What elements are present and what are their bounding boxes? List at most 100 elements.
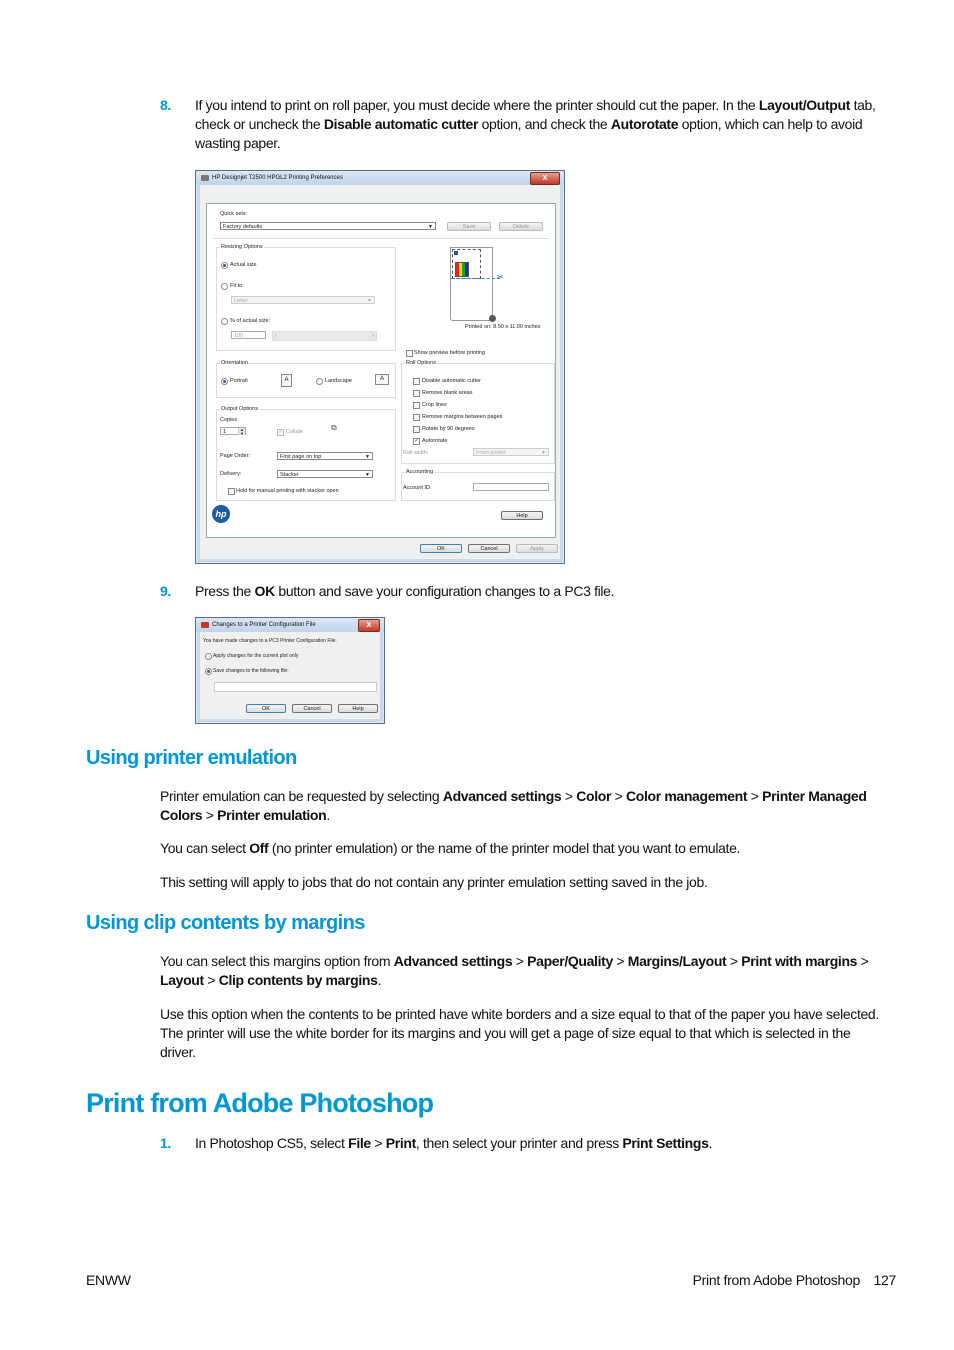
dialog-title: Changes to a Printer Configuration File: [212, 622, 316, 628]
text-run: >: [203, 972, 219, 988]
roll-option-checkbox[interactable]: [413, 402, 420, 409]
cut-line: [451, 278, 500, 279]
ok-button[interactable]: OK: [420, 544, 462, 553]
collate-checkbox[interactable]: ✓: [277, 429, 284, 436]
text-run: >: [370, 1135, 386, 1151]
quick-sets-select[interactable]: Factory defaults ▼: [220, 222, 436, 230]
heading-clip-contents: Using clip contents by margins: [86, 912, 365, 934]
fit-to-value: Letter: [234, 298, 249, 304]
message: You have made changes to a PC3 Printer C…: [203, 638, 337, 644]
resizing-options-group: Resizing Options Actual size Fit to: Let…: [216, 244, 396, 351]
roll-option-checkbox[interactable]: [413, 390, 420, 397]
roll-option-checkbox[interactable]: ✓: [413, 438, 420, 445]
text-run: In Photoshop CS5, select: [195, 1135, 349, 1151]
bold-term: Printer emulation: [217, 807, 327, 823]
paragraph: Printer emulation can be requested by se…: [160, 787, 880, 825]
close-button[interactable]: X: [358, 619, 380, 632]
bold-term: Print with margins: [741, 953, 858, 969]
bold-term: Print: [385, 1135, 416, 1151]
step-8: 8. If you intend to print on roll paper,…: [160, 96, 880, 153]
text-run: >: [857, 953, 869, 969]
actual-size-label: Actual size: [230, 262, 257, 268]
hp-logo: hp: [212, 505, 230, 523]
text-run: >: [611, 788, 626, 804]
help-button[interactable]: Help: [338, 704, 378, 713]
percent-label: % of actual size:: [230, 318, 271, 324]
dialog-title: HP Designjet T2500 HPGL2 Printing Prefer…: [212, 175, 343, 181]
roll-option-checkbox[interactable]: [413, 414, 420, 421]
page-order-select[interactable]: First page on top ▼: [277, 452, 373, 460]
roll-option-label: Disable automatic cutter: [422, 378, 481, 384]
percent-radio[interactable]: [221, 318, 228, 325]
text-run: >: [726, 953, 742, 969]
orientation-group: Orientation Portrait A Landscape A: [216, 360, 396, 398]
fit-to-select[interactable]: Letter ▼: [231, 296, 375, 304]
account-id-input[interactable]: [473, 483, 549, 491]
paragraph: You can select Off (no printer emulation…: [160, 839, 880, 858]
text-run: .: [377, 972, 382, 988]
percent-slider[interactable]: ‹ ›: [272, 331, 377, 341]
cancel-button[interactable]: Cancel: [468, 544, 510, 553]
roll-options-group: Roll Options Disable automatic cutter Rem…: [401, 360, 555, 464]
bar-chart-icon: [455, 262, 469, 277]
hold-label: Hold for manual printing with stacker op…: [236, 488, 339, 494]
landscape-label: Landscape: [325, 378, 352, 384]
divider: [213, 238, 549, 239]
autocad-icon: [201, 622, 209, 628]
file-path-input[interactable]: [214, 682, 377, 692]
save-button[interactable]: Save: [447, 222, 491, 231]
roll-option-checkbox[interactable]: [413, 426, 420, 433]
actual-size-radio[interactable]: [221, 262, 228, 269]
roll-option-label: Crop lines: [422, 402, 447, 408]
delete-button[interactable]: Delete: [499, 222, 543, 231]
bold-term: Layout/Output: [758, 97, 851, 113]
preview-content: [452, 249, 481, 279]
roll-option-label: Autorotate: [422, 438, 448, 444]
dialog-client: You have made changes to a PC3 Printer C…: [200, 632, 380, 719]
roll-option-label: Rotate by 90 degrees: [422, 426, 475, 432]
arrow-left-icon: ‹: [275, 333, 277, 339]
cancel-button[interactable]: Cancel: [292, 704, 332, 713]
roll-option-checkbox[interactable]: [413, 378, 420, 385]
copies-label: Copies: [220, 417, 238, 423]
text-run: Printer emulation can be requested by se…: [160, 788, 443, 804]
roll-width-select[interactable]: From printer ▼: [473, 448, 549, 456]
bold-term: Off: [249, 840, 269, 856]
bold-term: Advanced settings: [393, 953, 513, 969]
help-button[interactable]: Help: [501, 511, 543, 520]
spinner-icon[interactable]: ▲ ▼: [238, 428, 245, 435]
save-file-radio[interactable]: [205, 668, 212, 675]
chevron-down-icon: ▼: [365, 454, 370, 460]
text-run: , then select your printer and press: [415, 1135, 623, 1151]
ok-button[interactable]: OK: [246, 704, 286, 713]
arrow-right-icon: ›: [372, 333, 374, 339]
delivery-select[interactable]: Stacker ▼: [277, 470, 373, 478]
hold-checkbox[interactable]: [228, 488, 235, 495]
apply-current-radio[interactable]: [205, 653, 212, 660]
close-button[interactable]: X: [530, 172, 560, 185]
text-run: option, and check the: [478, 116, 611, 132]
group-label: Roll Options: [405, 360, 437, 366]
portrait-radio[interactable]: [221, 378, 228, 385]
copies-input[interactable]: 1 ▲ ▼: [220, 427, 246, 435]
landscape-radio[interactable]: [316, 378, 323, 385]
printing-preferences-dialog: HP Designjet T2500 HPGL2 Printing Prefer…: [195, 170, 565, 564]
roll-width-label: Roll width:: [403, 450, 429, 456]
percent-input[interactable]: 100: [231, 331, 266, 339]
bold-term: OK: [254, 583, 276, 599]
roll-width-value: From printer: [476, 450, 506, 456]
paragraph: You can select this margins option from …: [160, 952, 880, 990]
bold-term: Print Settings: [622, 1135, 709, 1151]
account-id-label: Account ID:: [403, 485, 432, 491]
step-text: If you intend to print on roll paper, yo…: [195, 96, 880, 153]
show-preview-checkbox[interactable]: [406, 350, 413, 357]
apply-current-label: Apply changes for the current plot only: [213, 653, 299, 659]
text-run: Press the: [195, 583, 255, 599]
title-bar: Changes to a Printer Configuration File …: [196, 618, 384, 632]
group-label: Accounting: [405, 469, 435, 475]
step-1: 1. In Photoshop CS5, select File > Print…: [160, 1134, 880, 1153]
roll-icon: [489, 315, 496, 322]
scissors-icon: ✂: [496, 272, 504, 282]
fit-to-radio[interactable]: [221, 283, 228, 290]
apply-button[interactable]: Apply: [516, 544, 558, 553]
